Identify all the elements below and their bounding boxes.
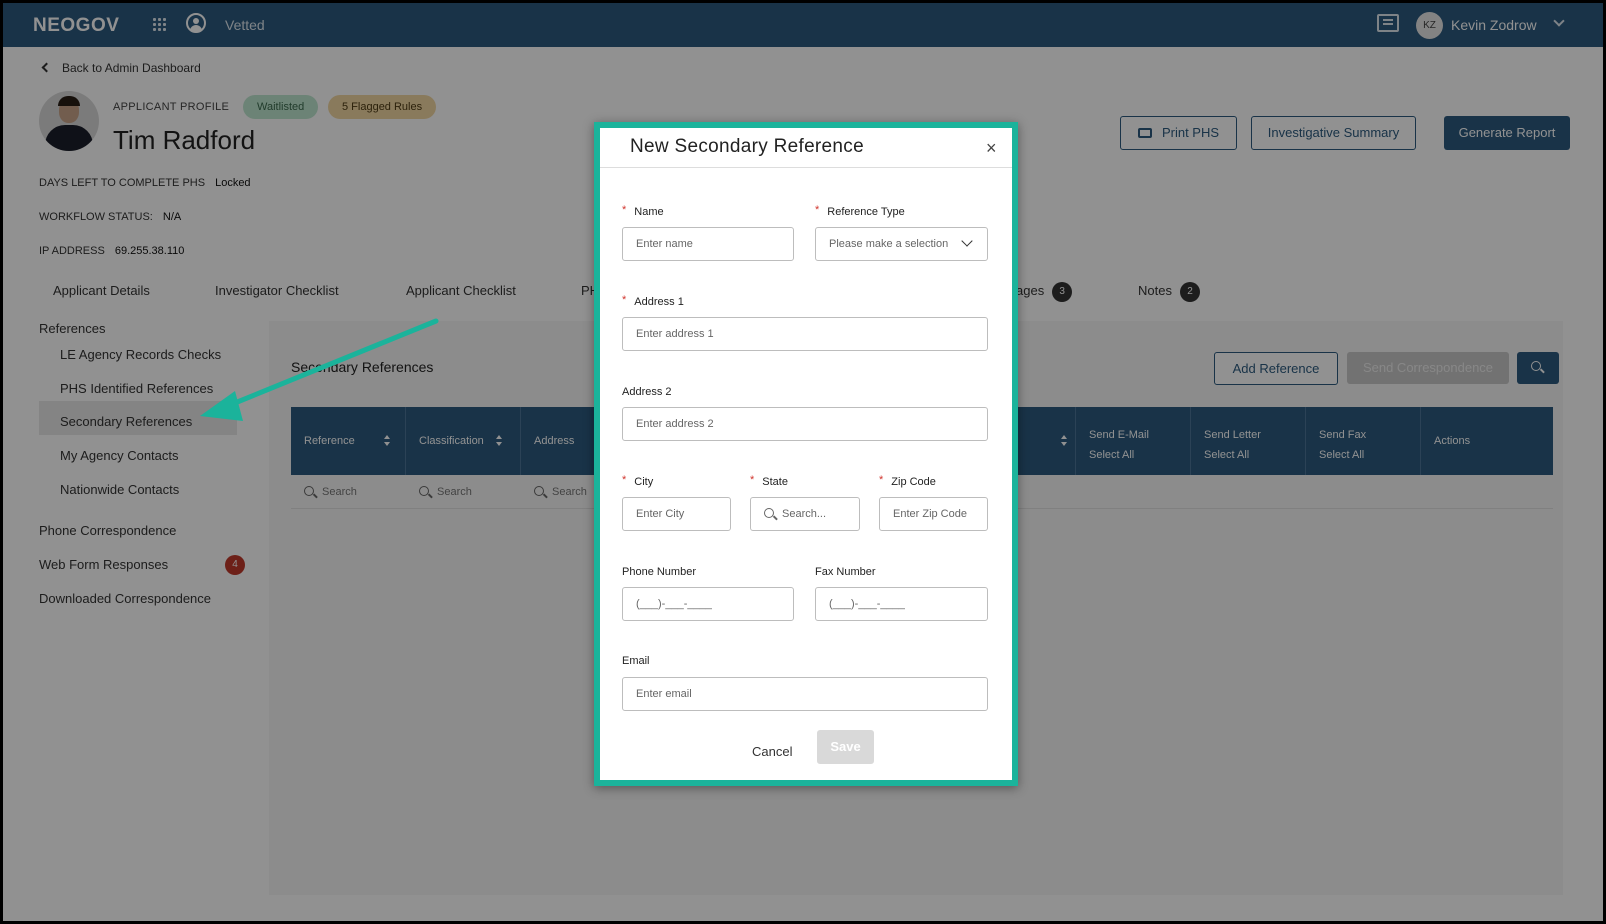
chevron-down-icon <box>961 235 973 247</box>
name-input[interactable]: Enter name <box>622 227 794 261</box>
address2-label: Address 2 <box>622 386 672 398</box>
close-icon[interactable]: × <box>986 138 997 159</box>
cancel-button[interactable]: Cancel <box>752 744 792 759</box>
phone-number-label: Phone Number <box>622 566 696 578</box>
save-button[interactable]: Save <box>817 730 874 764</box>
app-frame: NEOGOV Vetted KZ Kevin Zodrow Back to Ad… <box>3 3 1603 921</box>
address1-label: * Address 1 <box>622 294 684 308</box>
zip-code-label: * Zip Code <box>879 474 936 488</box>
modal-divider <box>600 167 1012 168</box>
email-input[interactable]: Enter email <box>622 677 988 711</box>
state-label: * State <box>750 474 788 488</box>
address1-input[interactable]: Enter address 1 <box>622 317 988 351</box>
reference-type-select[interactable]: Please make a selection <box>815 227 988 261</box>
address2-input[interactable]: Enter address 2 <box>622 407 988 441</box>
name-label: * Name <box>622 204 664 218</box>
city-input[interactable]: Enter City <box>622 497 731 531</box>
phone-number-input[interactable]: (___)-___-____ <box>622 587 794 621</box>
modal-title: New Secondary Reference <box>630 136 864 157</box>
zip-code-input[interactable]: Enter Zip Code <box>879 497 988 531</box>
city-label: * City <box>622 474 654 488</box>
fax-number-input[interactable]: (___)-___-____ <box>815 587 988 621</box>
email-label: Email <box>622 655 650 667</box>
search-icon <box>764 508 774 518</box>
reference-type-label: * Reference Type <box>815 204 905 218</box>
new-secondary-reference-modal: New Secondary Reference × * Name Enter na… <box>594 122 1018 786</box>
state-search-input[interactable]: Search... <box>750 497 860 531</box>
fax-number-label: Fax Number <box>815 566 876 578</box>
